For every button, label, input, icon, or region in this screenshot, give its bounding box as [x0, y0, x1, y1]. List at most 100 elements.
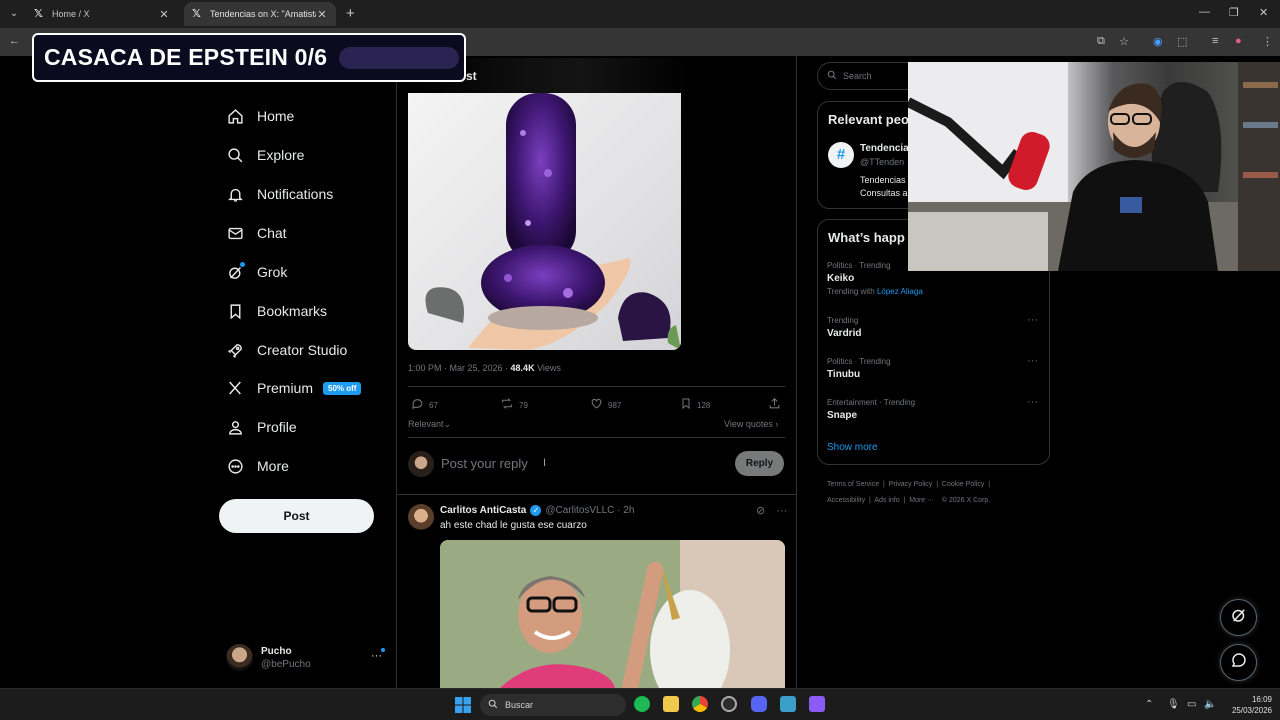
browser-menu-icon[interactable]: ⋮	[1262, 35, 1273, 48]
maximize-icon[interactable]: ❐	[1229, 6, 1239, 19]
bookmark-icon	[680, 397, 692, 413]
media-controls-icon[interactable]: ≡	[1212, 35, 1218, 47]
app-grid-icon[interactable]	[809, 696, 825, 712]
repost-action[interactable]: 79	[500, 397, 528, 413]
close-icon[interactable]: ✕	[316, 8, 328, 21]
microphone-icon[interactable]: 🎙	[1167, 699, 1180, 710]
person-name[interactable]: Tendencias	[860, 143, 914, 154]
footer-link[interactable]: More ···	[909, 497, 934, 504]
nav-item-creator-studio[interactable]: Creator Studio	[226, 336, 347, 364]
reply-count: 67	[429, 400, 438, 410]
display-icon[interactable]: ▭	[1187, 699, 1196, 710]
footer-link[interactable]: Ads info	[874, 497, 899, 504]
extension-icon[interactable]: ◉	[1153, 35, 1163, 48]
comment-image[interactable]	[440, 540, 785, 688]
bookmark-action[interactable]: 128	[680, 397, 710, 413]
view-quotes-link[interactable]: View quotes ›	[724, 419, 778, 429]
trend-context: Entertainment · Trending	[827, 398, 916, 407]
profile-avatar-icon[interactable]: ●	[1235, 35, 1242, 47]
tab-list-chevron-icon[interactable]: ⌄	[6, 6, 22, 22]
person-handle: @TTenden	[860, 157, 905, 167]
browser-tab-home[interactable]: 𝕏 Home / X ✕	[26, 2, 178, 26]
comment-text: ah este chad le gusta ese cuarzo	[440, 520, 587, 531]
file-explorer-icon[interactable]	[663, 696, 679, 712]
x-logo-icon: 𝕏	[192, 8, 201, 20]
close-window-icon[interactable]: ✕	[1259, 6, 1268, 19]
views-label: Views	[534, 363, 561, 373]
windows-start-icon[interactable]	[455, 697, 471, 713]
more-dots-icon[interactable]: ···	[371, 650, 382, 662]
back-icon[interactable]: ←	[9, 35, 20, 47]
close-icon[interactable]: ✕	[158, 8, 170, 21]
nav-item-bookmarks[interactable]: Bookmarks	[226, 297, 327, 325]
spotify-icon[interactable]	[634, 696, 650, 712]
trend-related-link[interactable]: López Aliaga	[877, 287, 923, 296]
trend-item[interactable]: Entertainment · Trending Snape	[827, 398, 915, 421]
nav-item-grok[interactable]: Grok	[226, 258, 287, 286]
taskbar-clock[interactable]: 16:09 25/03/2026	[1224, 694, 1272, 716]
notification-dot	[240, 262, 245, 267]
hashtag-avatar-icon[interactable]: #	[828, 142, 854, 168]
webcam-feed	[908, 62, 1280, 271]
extensions-puzzle-icon[interactable]: ⬚	[1177, 35, 1187, 48]
more-dots-icon[interactable]: ···	[1027, 314, 1038, 326]
post-timestamp: 1:00 PM · Mar 25, 2026 ·	[408, 363, 511, 373]
footer-links: Terms of Service | Privacy Policy | Cook…	[827, 481, 991, 504]
nav-item-explore[interactable]: Explore	[226, 141, 304, 169]
grok-icon[interactable]: ⊘	[756, 505, 765, 517]
grok-fab-button[interactable]	[1220, 599, 1257, 636]
nav-label: Grok	[257, 264, 288, 280]
show-more-link[interactable]: Show more	[827, 442, 878, 453]
minimize-icon[interactable]: —	[1199, 6, 1210, 18]
post-image[interactable]	[408, 93, 681, 350]
reply-input[interactable]: Post your reply	[441, 456, 528, 471]
footer-link[interactable]: Accessibility	[827, 497, 865, 504]
install-app-icon[interactable]: ⧉	[1097, 35, 1105, 48]
share-action[interactable]	[768, 397, 786, 413]
new-tab-button[interactable]: +	[346, 5, 355, 22]
footer-link[interactable]: Privacy Policy	[889, 481, 933, 488]
nav-item-premium[interactable]: Premium 50% off	[226, 374, 362, 402]
footer-link[interactable]: Cookie Policy	[942, 481, 984, 488]
comment-author[interactable]: Carlitos AntiCasta ✓ @CarlitosVLLC · 2h	[440, 505, 634, 516]
post-button[interactable]: Post	[219, 499, 374, 533]
browser-tab-tendencias[interactable]: 𝕏 Tendencias on X: "Amatista": P ✕	[184, 2, 336, 26]
nav-label: Premium	[257, 380, 314, 396]
reply-sort-dropdown[interactable]: Relevant⌄	[408, 419, 451, 430]
more-dots-icon[interactable]: ···	[1027, 355, 1038, 367]
nav-item-home[interactable]: Home	[226, 102, 294, 130]
nav-item-profile[interactable]: Profile	[226, 413, 297, 441]
app-icon[interactable]	[780, 696, 796, 712]
reply-action[interactable]: 67	[411, 397, 438, 413]
reply-button[interactable]: Reply	[735, 451, 784, 476]
trend-item[interactable]: Trending Vardrid	[827, 316, 861, 339]
like-action[interactable]: 987	[590, 397, 621, 413]
search-icon	[226, 146, 244, 164]
taskbar-search[interactable]: Buscar	[480, 694, 626, 716]
account-handle: @bePucho	[261, 658, 311, 670]
nav-item-chat[interactable]: Chat	[226, 219, 287, 247]
volume-icon[interactable]: 🔈	[1204, 699, 1216, 710]
footer-link[interactable]: Terms of Service	[827, 481, 879, 488]
chrome-icon[interactable]	[692, 696, 708, 712]
nav-item-more[interactable]: More	[226, 452, 289, 480]
grok-icon	[1230, 606, 1248, 629]
bell-icon	[226, 185, 244, 203]
messages-fab-button[interactable]	[1220, 644, 1257, 681]
account-name: Pucho	[261, 645, 292, 657]
browser-tab-bar: ⌄ 𝕏 Home / X ✕ 𝕏 Tendencias on X: "Amati…	[0, 0, 1280, 28]
nav-label: Notifications	[257, 186, 334, 202]
avatar[interactable]	[408, 504, 434, 530]
trend-item[interactable]: Politics · Trending Tinubu	[827, 357, 891, 380]
more-dots-icon[interactable]: ···	[1027, 396, 1038, 408]
author-name: Carlitos AntiCasta	[440, 505, 527, 516]
account-switcher[interactable]: Pucho @bePucho ···	[226, 644, 391, 671]
trend-name: Tinubu	[827, 369, 861, 380]
discord-icon[interactable]	[751, 696, 767, 712]
obs-icon[interactable]	[721, 696, 737, 712]
chevron-up-icon[interactable]: ⌃	[1145, 699, 1153, 710]
nav-item-notifications[interactable]: Notifications	[226, 180, 333, 208]
bookmark-star-icon[interactable]: ☆	[1119, 35, 1129, 48]
clock-date: 25/03/2026	[1231, 706, 1272, 715]
more-dots-icon[interactable]: ···	[776, 505, 787, 517]
